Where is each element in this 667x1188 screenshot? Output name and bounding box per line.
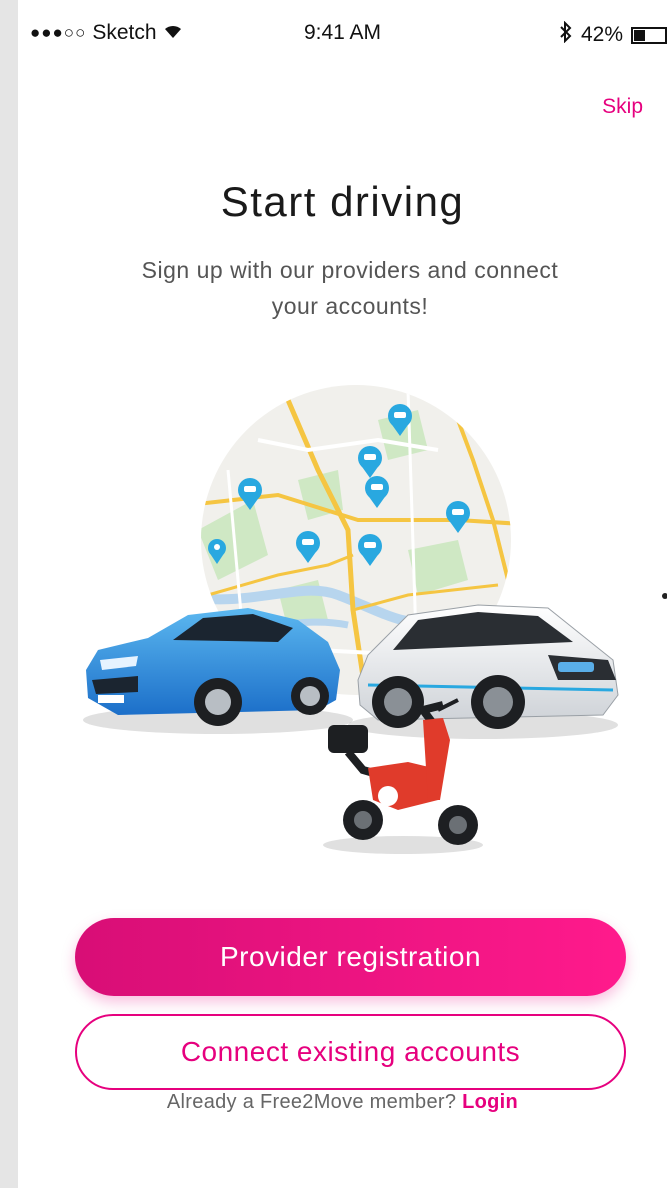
left-edge-strip [0, 0, 18, 1188]
bluetooth-icon [559, 20, 573, 49]
page-subtitle: Sign up with our providers and connect y… [141, 257, 559, 319]
status-right: 42% [559, 20, 667, 49]
page-title: Start driving [220, 178, 465, 225]
vehicles-map-illustration [78, 380, 638, 860]
provider-registration-button[interactable]: Provider registration [75, 918, 626, 996]
battery-percent: 42% [580, 23, 623, 46]
battery-icon [631, 26, 667, 44]
skip-button[interactable]: Skip [602, 95, 643, 119]
carrier-name: Sketch [92, 21, 157, 44]
status-bar: ●●●○○ Sketch 9:41 AM 42% [18, 0, 667, 68]
wifi-icon [163, 21, 183, 45]
connect-accounts-button[interactable]: Connect existing accounts [75, 1014, 626, 1090]
page-indicator-dot [662, 593, 667, 599]
login-prompt-text: Already a Free2Move member? [166, 1091, 457, 1113]
login-prompt: Already a Free2Move member? Login [18, 1091, 667, 1114]
login-link[interactable]: Login [462, 1091, 518, 1113]
signal-strength: ●●●○○ [30, 23, 87, 42]
battery-fill [634, 29, 646, 41]
status-left: ●●●○○ Sketch [30, 21, 183, 45]
